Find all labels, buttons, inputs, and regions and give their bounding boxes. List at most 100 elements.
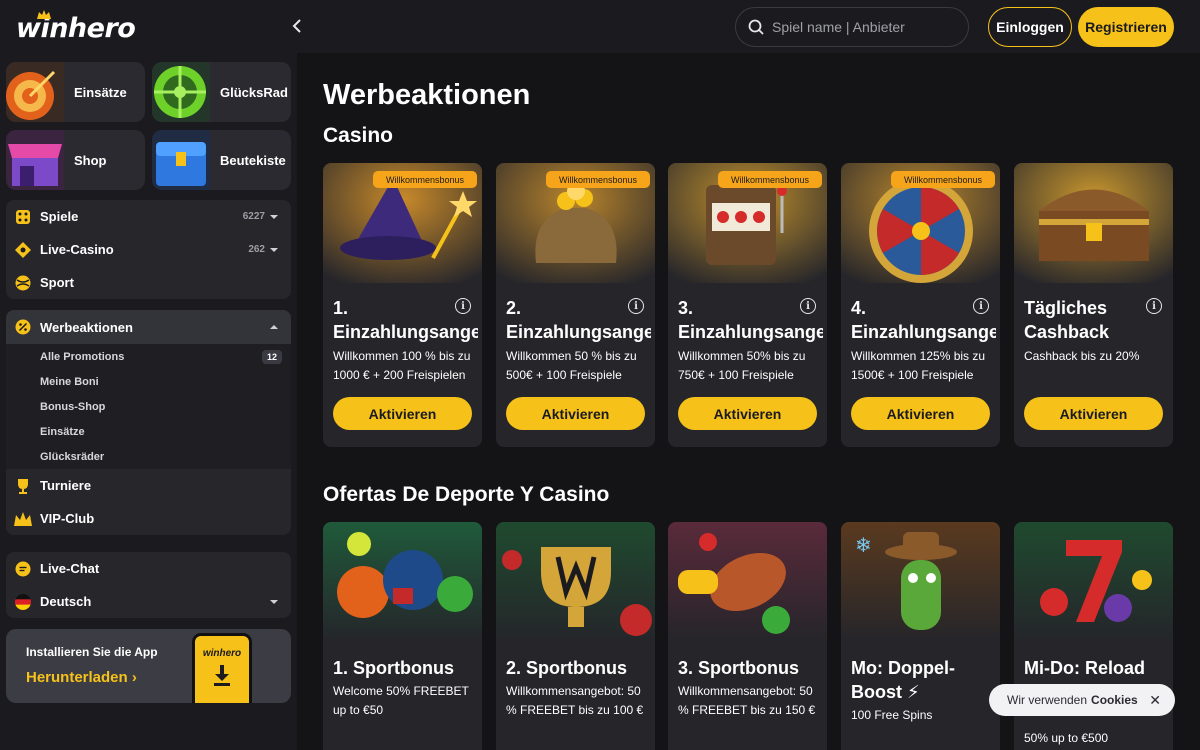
quick-tiles: Einsätze GlücksRad Shop Beutekiste	[6, 62, 291, 190]
tile-shop[interactable]: Shop	[6, 130, 145, 190]
nav-item-vip-club[interactable]: VIP-Club	[6, 502, 291, 535]
search-input[interactable]	[772, 19, 962, 35]
sub-item-alle-promotions[interactable]: Alle Promotions 12	[6, 344, 291, 369]
target-icon	[6, 62, 64, 122]
info-icon[interactable]: i	[628, 298, 644, 314]
cactus-cowboy-image: ❄	[841, 522, 1000, 642]
sports-balls-image	[323, 522, 482, 642]
info-icon[interactable]: i	[455, 298, 471, 314]
tile-beutekiste[interactable]: Beutekiste	[152, 130, 291, 190]
promo-title: 2. Sportbonus	[506, 658, 627, 678]
info-icon[interactable]: i	[800, 298, 816, 314]
brand-logo[interactable]: winhero	[16, 8, 136, 48]
lucky-seven-image	[1014, 522, 1173, 642]
cookie-link[interactable]: Cookies	[1091, 693, 1138, 707]
ball-icon	[14, 274, 32, 292]
promo-card[interactable]: Tägliches Cashback i Cashback bis zu 20%…	[1014, 163, 1173, 447]
nav-item-spiele[interactable]: Spiele 6227	[6, 200, 291, 233]
sub-item-bonus-shop[interactable]: Bonus-Shop	[6, 394, 291, 419]
nav-label: Live-Chat	[40, 561, 100, 576]
register-button[interactable]: Registrieren	[1078, 7, 1174, 47]
chevron-down-icon	[270, 214, 278, 219]
trophy-cup-image	[496, 522, 655, 642]
info-icon[interactable]: i	[1146, 298, 1162, 314]
chevron-up-icon	[270, 325, 278, 329]
info-icon[interactable]: i	[973, 298, 989, 314]
promo-description: Welcome 50% FREEBET up to €50	[333, 684, 469, 717]
promo-card[interactable]: 1. Sportbonus Welcome 50% FREEBET up to …	[323, 522, 482, 750]
sub-item-label: Einsätze	[40, 425, 85, 438]
nav-item-turniere[interactable]: Turniere	[6, 469, 291, 502]
language-selector[interactable]: Deutsch	[6, 585, 291, 618]
promo-title: Mi-Do: Reload	[1024, 658, 1145, 678]
count-badge: 12	[261, 349, 282, 364]
promo-description: Willkommen 125% bis zu 1500€ + 100 Freis…	[851, 349, 986, 382]
login-button[interactable]: Einloggen	[988, 7, 1072, 47]
nav-label: Deutsch	[40, 594, 92, 609]
sub-item-label: Alle Promotions	[40, 350, 125, 363]
nav-item-werbeaktionen[interactable]: Werbeaktionen	[6, 310, 291, 344]
download-link[interactable]: Herunterladen ›	[26, 669, 137, 686]
games-count: 6227	[242, 211, 265, 222]
activate-button[interactable]: Aktivieren	[333, 397, 472, 430]
sub-item-meine-boni[interactable]: Meine Boni	[6, 369, 291, 394]
svg-text:❄: ❄	[855, 533, 872, 557]
activate-button[interactable]: Aktivieren	[1024, 397, 1163, 430]
chevron-down-icon	[270, 599, 278, 604]
lootbox-icon	[152, 130, 210, 190]
chevron-left-icon	[292, 19, 301, 33]
welcome-bonus-tag: Willkommensbonus	[891, 171, 995, 188]
tile-gluecksrad[interactable]: GlücksRad	[152, 62, 291, 122]
wheel-icon	[152, 62, 210, 122]
treasure-chest-image	[1014, 163, 1173, 283]
promo-title: 3. Sportbonus	[678, 658, 799, 678]
shop-icon	[6, 130, 64, 190]
section-title-sports: Ofertas De Deporte Y Casino	[323, 483, 610, 506]
german-flag-icon	[14, 593, 32, 611]
crown-icon	[37, 10, 51, 19]
promo-title: 1. Sportbonus	[333, 658, 454, 678]
cookie-text: Wir verwenden	[1007, 693, 1088, 707]
nav-promotions-box: Werbeaktionen Alle Promotions 12 Meine B…	[6, 310, 291, 535]
close-icon[interactable]: ✕	[1149, 692, 1161, 709]
tile-label: Beutekiste	[220, 152, 286, 168]
tile-label: GlücksRad	[220, 84, 288, 100]
sidebar: winhero Einsätze GlücksRad Shop Beutekis…	[0, 0, 297, 750]
section-title-casino: Casino	[323, 124, 394, 147]
promo-card[interactable]: 3. Sportbonus Willkommensangebot: 50 % F…	[668, 522, 827, 750]
promo-card[interactable]: 2. Sportbonus Willkommensangebot: 50 % F…	[496, 522, 655, 750]
promo-card[interactable]: ❄ Mo: Doppel-Boost ⚡ 100 Free Spins	[841, 522, 1000, 750]
promo-card[interactable]: Willkommensbonus 3. Einzahlungsangebot i…	[668, 163, 827, 447]
phone-icon: winhero	[192, 633, 252, 703]
cookie-notice: Wir verwenden Cookies ✕	[989, 684, 1175, 716]
sub-item-einsaetze[interactable]: Einsätze	[6, 419, 291, 444]
nav-item-live-casino[interactable]: Live-Casino 262	[6, 233, 291, 266]
app-download-banner[interactable]: Installieren Sie die App Herunterladen ›…	[6, 629, 291, 703]
promo-card[interactable]: Willkommensbonus 2. Einzahlungsangebot i…	[496, 163, 655, 447]
promotions-submenu: Alle Promotions 12 Meine Boni Bonus-Shop…	[6, 344, 291, 469]
nav-item-sport[interactable]: Sport	[6, 266, 291, 299]
chat-icon	[14, 560, 32, 578]
promo-description: Willkommensangebot: 50 % FREEBET bis zu …	[506, 684, 644, 717]
activate-button[interactable]: Aktivieren	[678, 397, 817, 430]
promo-description: Willkommen 100 % bis zu 1000 € + 200 Fre…	[333, 349, 471, 382]
brand-name: winhero	[16, 12, 136, 44]
nav-item-live-chat[interactable]: Live-Chat	[6, 552, 291, 585]
tile-einsaetze[interactable]: Einsätze	[6, 62, 145, 122]
welcome-bonus-tag: Willkommensbonus	[718, 171, 822, 188]
back-button[interactable]	[285, 14, 309, 38]
promo-description: Willkommensangebot: 50 % FREEBET bis zu …	[678, 684, 816, 717]
chevron-down-icon	[270, 247, 278, 252]
phone-logo: winhero	[202, 648, 242, 659]
promo-card[interactable]: Willkommensbonus 1. Einzahlungsangebot i…	[323, 163, 482, 447]
sub-item-gluecksraeder[interactable]: Glücksräder	[6, 444, 291, 469]
activate-button[interactable]: Aktivieren	[506, 397, 645, 430]
nav-label: Sport	[40, 275, 74, 290]
top-bar: Einloggen Registrieren	[277, 0, 1200, 53]
promo-description: 50% up to €500	[1024, 731, 1109, 745]
sub-item-label: Bonus-Shop	[40, 400, 106, 413]
activate-button[interactable]: Aktivieren	[851, 397, 990, 430]
trophy-icon	[14, 477, 32, 495]
promo-description: Willkommen 50% bis zu 750€ + 100 Freispi…	[678, 349, 806, 382]
promo-card[interactable]: Willkommensbonus 4. Einzahlungsangebot i…	[841, 163, 1000, 447]
